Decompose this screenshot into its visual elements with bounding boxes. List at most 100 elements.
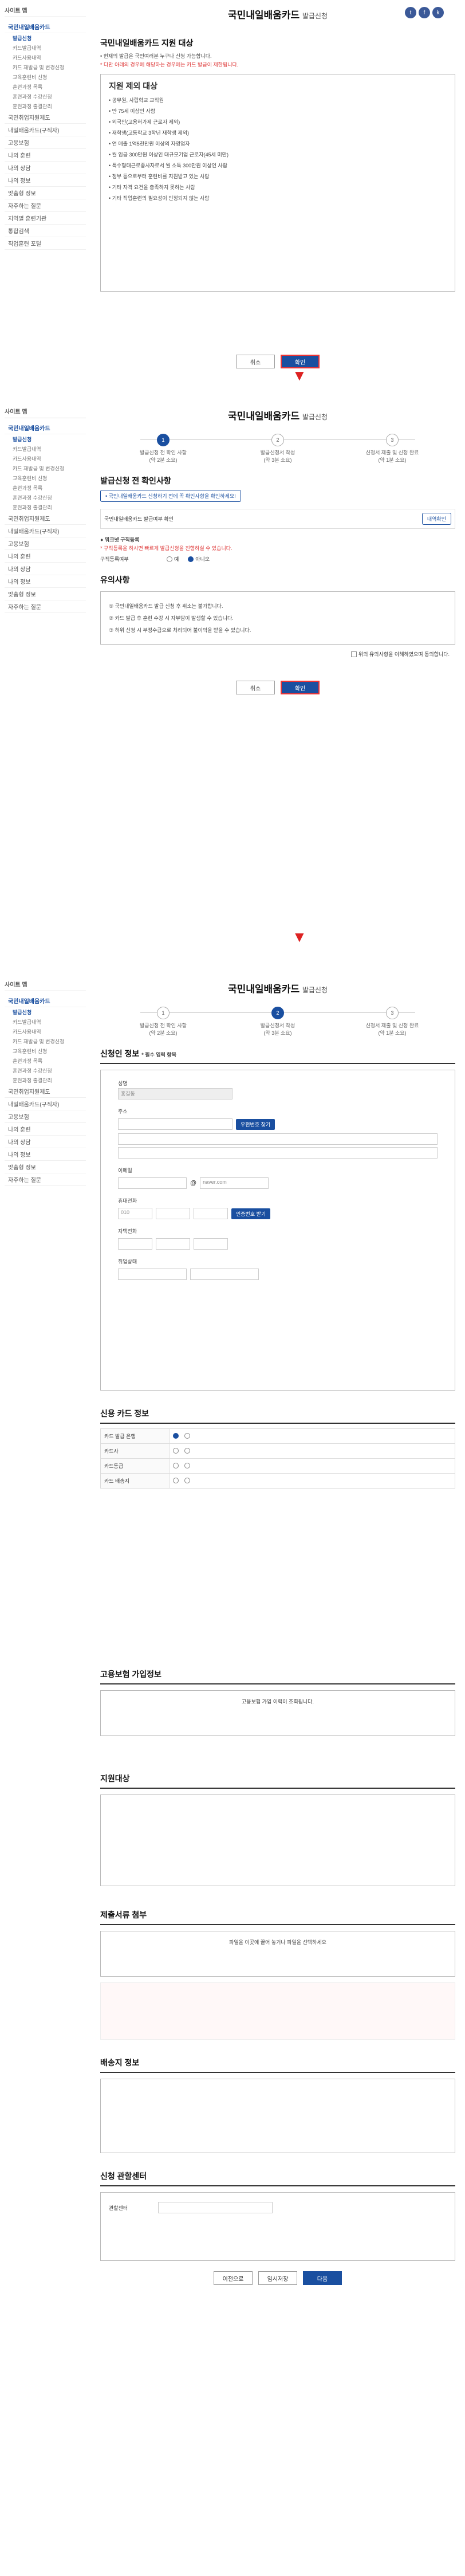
sidebar-item[interactable]: 나의 상담 <box>5 1136 86 1148</box>
email-id-input[interactable] <box>118 1177 187 1189</box>
sidebar-subitem[interactable]: 훈련과정 수강신청 <box>5 1066 86 1075</box>
sidebar-subitem[interactable]: 훈련과정 목록 <box>5 1056 86 1066</box>
step-2: 2 발급신청서 작성 (약 3분 소요) <box>232 1007 324 1036</box>
agree-checkbox[interactable]: 위의 유의사항을 이해하였으며 동의합니다. <box>350 650 450 658</box>
caution-item: ① 국민내일배움카드 발급 신청 후 취소는 불가합니다. <box>109 603 223 609</box>
table-cell[interactable] <box>169 1443 455 1459</box>
facebook-icon[interactable]: f <box>419 7 430 18</box>
prev-button[interactable]: 이전으로 <box>214 2271 253 2285</box>
cancel-button[interactable]: 취소 <box>236 355 275 368</box>
twitter-icon[interactable]: t <box>405 7 416 18</box>
save-button[interactable]: 임시저장 <box>258 2271 297 2285</box>
sidebar-item[interactable]: 통합검색 <box>5 225 86 237</box>
sidebar-item[interactable]: 맞춤형 정보 <box>5 588 86 600</box>
sidebar-item[interactable]: 나의 훈련 <box>5 149 86 162</box>
table-cell[interactable] <box>169 1458 455 1474</box>
name-input[interactable]: 홍길동 <box>118 1088 232 1099</box>
sidebar-subitem[interactable]: 발급신청 <box>5 33 86 43</box>
sidebar-item[interactable]: 고용보험 <box>5 1110 86 1123</box>
sidebar-item[interactable]: 직업훈련 포털 <box>5 237 86 250</box>
sidebar-subitem[interactable]: 훈련과정 출결관리 <box>5 1075 86 1085</box>
sidebar-item[interactable]: 맞춤형 정보 <box>5 1161 86 1173</box>
list-item: • 만 75세 이상인 사람 <box>109 108 156 114</box>
sidebar-subitem[interactable]: 카드 재발급 및 변경신청 <box>5 1036 86 1046</box>
check-button[interactable]: 내역확인 <box>421 513 451 525</box>
tel-mid-input[interactable] <box>156 1238 190 1250</box>
table-cell[interactable] <box>169 1428 455 1444</box>
job-select[interactable] <box>118 1269 187 1280</box>
sidebar-item[interactable]: 국민취업지원제도 <box>5 1085 86 1098</box>
sidebar-subitem[interactable]: 카드사용내역 <box>5 454 86 464</box>
cert-button[interactable]: 인증번호 받기 <box>231 1208 271 1219</box>
note: • 현재의 발급은 국민여러분 누구나 신청 가능합니다. <box>100 53 212 59</box>
sidebar-item[interactable]: 맞춤형 정보 <box>5 187 86 199</box>
caution-title: 유의사항 <box>100 575 130 584</box>
job-sub-select[interactable] <box>190 1269 259 1280</box>
sidebar-item[interactable]: 나의 훈련 <box>5 550 86 563</box>
sidebar-item[interactable]: 내일배움카드(구직자) <box>5 1098 86 1110</box>
confirm-button[interactable]: 확인 <box>281 681 320 694</box>
sidebar-subitem[interactable]: 카드발급내역 <box>5 43 86 53</box>
sidebar-subitem[interactable]: 훈련과정 수강신청 <box>5 92 86 101</box>
zip-search-button[interactable]: 우편번호 찾기 <box>236 1118 275 1130</box>
radio-yes[interactable]: 예 <box>167 555 179 563</box>
sidebar-item[interactable]: 나의 정보 <box>5 1148 86 1161</box>
sidebar-subitem[interactable]: 카드발급내역 <box>5 1017 86 1027</box>
sidebar-item[interactable]: 고용보험 <box>5 537 86 550</box>
sidebar-subitem[interactable]: 훈련과정 출결관리 <box>5 101 86 111</box>
sidebar-item[interactable]: 지역별 훈련기관 <box>5 212 86 225</box>
sidebar-subitem[interactable]: 훈련과정 출결관리 <box>5 502 86 512</box>
step-indicator: 1 발급신청 전 확인 사항 (약 2분 소요) 2 발급신청서 작성 (약 3분 소요… <box>117 1007 438 1036</box>
sidebar-subitem[interactable]: 훈련과정 수강신청 <box>5 493 86 502</box>
cancel-button[interactable]: 취소 <box>236 681 275 694</box>
sidebar-item[interactable]: 국민취업지원제도 <box>5 512 86 525</box>
radio-no[interactable]: 아니오 <box>188 555 210 563</box>
sidebar-item[interactable]: 내일배움카드(구직자) <box>5 525 86 537</box>
sidebar-subitem[interactable]: 훈련과정 목록 <box>5 82 86 92</box>
phone-prefix-select[interactable]: 010 <box>118 1208 152 1219</box>
sidebar-subitem[interactable]: 카드 재발급 및 변경신청 <box>5 464 86 473</box>
sidebar-subitem[interactable]: 교육훈련비 신청 <box>5 72 86 82</box>
sidebar-item[interactable]: 국민취업지원제도 <box>5 111 86 124</box>
sidebar-item[interactable]: 나의 상담 <box>5 162 86 174</box>
sidebar-subitem[interactable]: 교육훈련비 신청 <box>5 1046 86 1056</box>
sidebar-item[interactable]: 자주하는 질문 <box>5 199 86 212</box>
sidebar-item[interactable]: 국민내일배움카드 <box>5 21 86 33</box>
sidebar-subitem[interactable]: 훈련과정 목록 <box>5 483 86 493</box>
sidebar-subitem[interactable]: 발급신청 <box>5 434 86 444</box>
sidebar-subitem[interactable]: 카드사용내역 <box>5 53 86 62</box>
sidebar-subitem[interactable]: 교육훈련비 신청 <box>5 473 86 483</box>
zip-input[interactable] <box>118 1118 232 1130</box>
panel-step-intro: 사이트 맵 국민내일배움카드 발급신청 카드발급내역 카드사용내역 카드 재발급… <box>0 0 465 401</box>
center-select[interactable] <box>158 2202 273 2213</box>
kakao-icon[interactable]: k <box>432 7 444 18</box>
next-button[interactable]: 다음 <box>303 2271 342 2285</box>
sidebar-item[interactable]: 자주하는 질문 <box>5 1173 86 1186</box>
sidebar-subitem[interactable]: 카드사용내역 <box>5 1027 86 1036</box>
sidebar-item[interactable]: 나의 훈련 <box>5 1123 86 1136</box>
address-input[interactable] <box>118 1133 438 1145</box>
sidebar-item[interactable]: 국민내일배움카드 <box>5 995 86 1007</box>
email-domain-input[interactable]: naver.com <box>200 1177 269 1189</box>
sidebar-subitem[interactable]: 발급신청 <box>5 1007 86 1017</box>
caution-box: ① 국민내일배움카드 발급 신청 후 취소는 불가합니다. ② 카드 발급 후 … <box>100 591 455 645</box>
sidebar-subitem[interactable]: 카드발급내역 <box>5 444 86 454</box>
sidebar-item[interactable]: 국민내일배움카드 <box>5 422 86 434</box>
address-detail-input[interactable] <box>118 1147 438 1159</box>
table-cell[interactable] <box>169 1473 455 1489</box>
upload-box[interactable]: 파일을 이곳에 끌어 놓거나 파일을 선택하세요 <box>100 1931 455 1977</box>
sidebar-item[interactable]: 고용보험 <box>5 136 86 149</box>
phone-last-input[interactable] <box>194 1208 228 1219</box>
sidebar-item[interactable]: 나의 정보 <box>5 174 86 187</box>
sidebar-subitem[interactable]: 카드 재발급 및 변경신청 <box>5 62 86 72</box>
sidebar-item[interactable]: 나의 정보 <box>5 575 86 588</box>
sidebar-item[interactable]: 나의 상담 <box>5 563 86 575</box>
sidebar-item[interactable]: 내일배움카드(구직자) <box>5 124 86 136</box>
applicant-form: 성명 홍길동 주소 우편번호 찾기 이메일 @ naver.com 휴대전화 01… <box>100 1070 455 1391</box>
sidebar-item[interactable]: 자주하는 질문 <box>5 600 86 613</box>
tel-prefix-select[interactable] <box>118 1238 152 1250</box>
list-item: • 기타 직업훈련의 필요성이 인정되지 않는 사람 <box>109 195 210 201</box>
phone-mid-input[interactable] <box>156 1208 190 1219</box>
tel-last-input[interactable] <box>194 1238 228 1250</box>
page-title: 국민내일배움카드 발급신청 <box>227 411 328 422</box>
